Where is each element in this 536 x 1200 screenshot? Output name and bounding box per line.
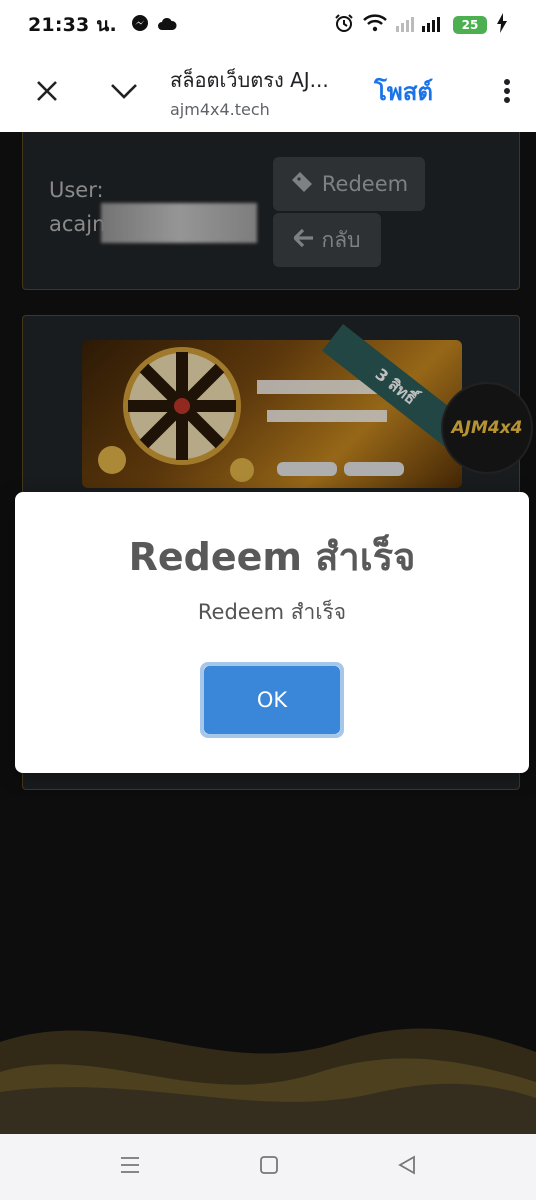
page-title-block: สล็อตเว็บตรง AJ... ajm4x4.tech — [170, 64, 360, 119]
dialog-message: Redeem สำเร็จ — [197, 600, 347, 624]
back-icon[interactable] — [397, 1155, 417, 1179]
dialog-title: Redeem สำเร็จ — [128, 535, 416, 579]
messenger-icon — [131, 14, 149, 36]
ok-button-label: OK — [204, 666, 340, 734]
chevron-down-icon[interactable] — [94, 50, 154, 132]
wifi-icon — [363, 14, 387, 36]
more-options-icon[interactable] — [478, 50, 536, 132]
ok-button[interactable]: OK — [200, 662, 344, 738]
close-icon[interactable] — [0, 50, 94, 132]
success-dialog: Redeem สำเร็จ Redeem สำเร็จ OK — [15, 492, 529, 773]
signal-icon — [396, 14, 444, 36]
browser-toolbar: สล็อตเว็บตรง AJ... ajm4x4.tech โพสต์ — [0, 50, 536, 132]
alarm-icon — [334, 13, 354, 37]
home-icon[interactable] — [259, 1155, 279, 1179]
page-title: สล็อตเว็บตรง AJ... — [170, 67, 329, 92]
battery-icon: 25 — [453, 16, 487, 34]
menu-icon[interactable] — [119, 1155, 141, 1179]
cloud-icon — [157, 16, 177, 35]
status-bar: 21:33 น. 25 — [0, 0, 536, 50]
page-url: ajm4x4.tech — [170, 99, 270, 119]
post-button[interactable]: โพสต์ — [374, 72, 433, 111]
charging-icon — [496, 13, 508, 37]
status-time: 21:33 น. — [28, 14, 117, 36]
system-nav-bar — [0, 1134, 536, 1200]
